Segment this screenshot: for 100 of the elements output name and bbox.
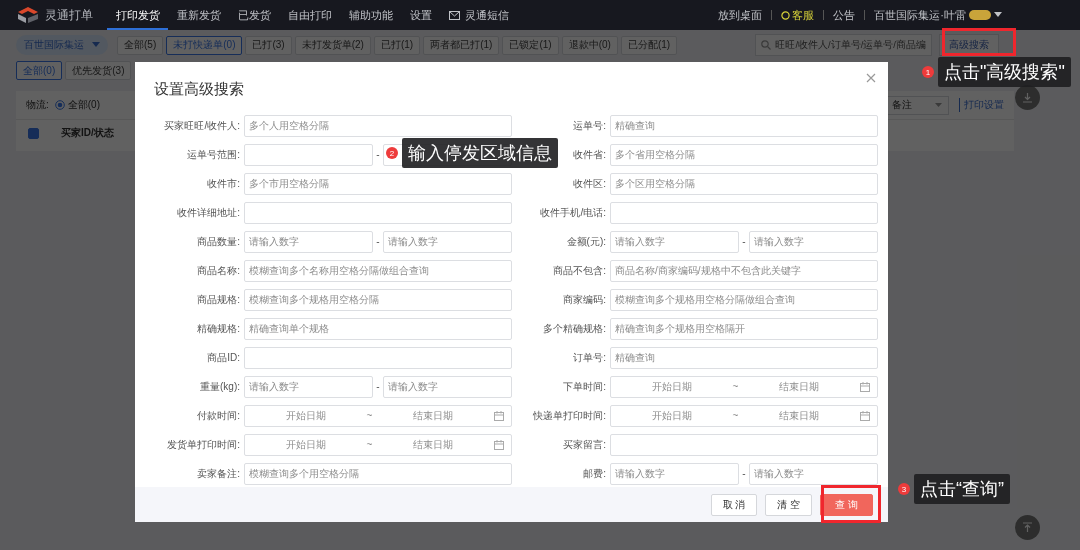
highlight-frame bbox=[821, 485, 881, 523]
field-label: 商品不包含: bbox=[553, 263, 606, 278]
field-label: 买家旺旺/收件人: bbox=[164, 118, 240, 133]
close-icon[interactable] bbox=[866, 73, 876, 83]
filter-button[interactable]: 已打(1) bbox=[373, 35, 421, 55]
dialog-title: 设置高级搜索 bbox=[154, 79, 244, 99]
filter-button[interactable]: 优先发货(3) bbox=[65, 61, 132, 80]
range-separator: - bbox=[375, 381, 381, 392]
query-button[interactable]: 查 询 bbox=[820, 493, 873, 516]
input-field[interactable]: 模糊查询多个规格用空格分隔做组合查询 bbox=[610, 288, 878, 311]
input-field[interactable]: 模糊查询多个规格用空格分隔 bbox=[244, 288, 512, 311]
field-label: 快递单打印时间: bbox=[533, 408, 606, 423]
date-range-picker[interactable]: 开始日期 ~ 结束日期 bbox=[244, 433, 512, 456]
field-label: 商家编码: bbox=[563, 292, 606, 307]
range-separator: ~ bbox=[732, 410, 739, 421]
field-label: 收件区: bbox=[573, 176, 606, 191]
input-field[interactable] bbox=[610, 201, 878, 224]
input-field[interactable]: 请输入数字 bbox=[383, 230, 512, 253]
input-field[interactable]: 请输入数字 bbox=[749, 230, 878, 253]
input-field[interactable]: 多个人用空格分隔 bbox=[244, 114, 512, 137]
nav-link[interactable]: 公告 bbox=[833, 7, 856, 23]
field-label: 多个精确规格: bbox=[543, 321, 606, 336]
nav-tab[interactable]: 打印发货 bbox=[107, 0, 168, 30]
field-label: 商品数量: bbox=[197, 234, 240, 249]
range-separator: - bbox=[741, 468, 747, 479]
nav-tab[interactable]: 灵通短信 bbox=[440, 0, 517, 30]
filter-button[interactable]: 两者都已打(1) bbox=[423, 35, 500, 55]
download-icon[interactable] bbox=[1015, 85, 1040, 110]
input-field[interactable]: 请输入数字 bbox=[610, 230, 739, 253]
input-field[interactable]: 请输入数字 bbox=[749, 462, 878, 485]
field-label: 运单号: bbox=[573, 118, 606, 133]
input-field[interactable] bbox=[244, 143, 373, 166]
callout-tooltip: 点击"高级搜索" bbox=[938, 57, 1071, 87]
scroll-top-icon[interactable] bbox=[1015, 515, 1040, 540]
date-range-picker[interactable]: 开始日期 ~ 结束日期 bbox=[244, 404, 512, 427]
support-link[interactable]: 客服 bbox=[781, 7, 815, 23]
caret-icon bbox=[92, 42, 100, 48]
input-field[interactable]: 模糊查询多个名称用空格分隔做组合查询 bbox=[244, 259, 512, 282]
date-range-picker[interactable]: 开始日期 ~ 结束日期 bbox=[610, 404, 878, 427]
calendar-icon bbox=[494, 410, 504, 421]
dialog-button[interactable]: 清 空 bbox=[765, 493, 813, 516]
filter-button[interactable]: 已打(3) bbox=[245, 35, 292, 55]
field-label: 运单号范围: bbox=[187, 147, 240, 162]
date-range-picker[interactable]: 开始日期 ~ 结束日期 bbox=[610, 375, 878, 398]
nav-tab[interactable]: 已发货 bbox=[229, 0, 279, 30]
filter-button[interactable]: 未打快递单(0) bbox=[166, 35, 243, 55]
input-field[interactable]: 精确查询单个规格 bbox=[244, 317, 512, 340]
nav-link[interactable]: 放到桌面 bbox=[718, 7, 763, 23]
callout-tooltip: 输入停发区域信息 bbox=[402, 138, 558, 168]
field-label: 下单时间: bbox=[563, 379, 606, 394]
nav-tab[interactable]: 辅助功能 bbox=[340, 0, 401, 30]
end-date-placeholder: 结束日期 bbox=[778, 379, 821, 394]
field-label: 重量(kg): bbox=[200, 379, 240, 394]
input-field[interactable]: 多个区用空格分隔 bbox=[610, 172, 878, 195]
input-field[interactable]: 请输入数字 bbox=[610, 462, 739, 485]
input-field[interactable]: 精确查询 bbox=[610, 114, 878, 137]
input-field[interactable] bbox=[244, 201, 512, 224]
field-label: 订单号: bbox=[573, 350, 606, 365]
vip-badge bbox=[969, 10, 991, 20]
caret-icon bbox=[935, 102, 942, 108]
radio-option[interactable]: 全部(0) bbox=[54, 98, 100, 112]
input-field[interactable]: 精确查询多个规格用空格隔开 bbox=[610, 317, 878, 340]
caret-icon[interactable] bbox=[994, 12, 1002, 18]
mail-icon bbox=[448, 10, 460, 20]
nav-tab[interactable]: 重新发货 bbox=[168, 0, 229, 30]
end-date-placeholder: 结束日期 bbox=[412, 408, 455, 423]
input-field[interactable]: 模糊查询多个用空格分隔 bbox=[244, 462, 512, 485]
calendar-icon bbox=[860, 410, 870, 421]
field-label: 收件省: bbox=[573, 147, 606, 162]
calendar-icon bbox=[860, 381, 870, 392]
start-date-placeholder: 开始日期 bbox=[284, 408, 327, 423]
filter-button[interactable]: 全部(0) bbox=[16, 61, 63, 80]
calendar-icon bbox=[494, 439, 504, 450]
field-label: 收件详细地址: bbox=[177, 205, 240, 220]
field-label: 收件市: bbox=[207, 176, 240, 191]
input-field[interactable]: 请输入数字 bbox=[383, 375, 512, 398]
input-field[interactable]: 精确查询 bbox=[610, 346, 878, 369]
input-field[interactable]: 多个省用空格分隔 bbox=[610, 143, 878, 166]
range-separator: - bbox=[741, 236, 747, 247]
checkbox[interactable] bbox=[28, 127, 39, 139]
start-date-placeholder: 开始日期 bbox=[650, 379, 693, 394]
nav-tab[interactable]: 设置 bbox=[401, 0, 440, 30]
nav-tab[interactable]: 自由打印 bbox=[279, 0, 340, 30]
field-label: 金额(元): bbox=[566, 234, 606, 249]
dialog-button[interactable]: 取 消 bbox=[710, 493, 758, 516]
filter-button[interactable]: 已锁定(1) bbox=[502, 35, 559, 55]
input-field[interactable]: 请输入数字 bbox=[244, 375, 373, 398]
input-field[interactable] bbox=[610, 433, 878, 456]
end-date-placeholder: 结束日期 bbox=[778, 408, 821, 423]
print-settings-link[interactable]: 打印设置 bbox=[959, 98, 1004, 112]
field-label: 付款时间: bbox=[197, 408, 240, 423]
input-field[interactable]: 多个市用空格分隔 bbox=[244, 172, 512, 195]
range-separator: - bbox=[375, 149, 381, 160]
filter-button[interactable]: 全部(5) bbox=[117, 35, 164, 55]
input-field[interactable]: 商品名称/商家编码/规格中不包含此关键字 bbox=[610, 259, 878, 282]
field-label: 买家留言: bbox=[563, 437, 606, 452]
input-field[interactable]: 请输入数字 bbox=[244, 230, 373, 253]
input-field[interactable] bbox=[244, 346, 512, 369]
account-name[interactable]: 百世国际集运·叶雷 bbox=[874, 7, 966, 23]
range-separator: ~ bbox=[366, 439, 373, 450]
